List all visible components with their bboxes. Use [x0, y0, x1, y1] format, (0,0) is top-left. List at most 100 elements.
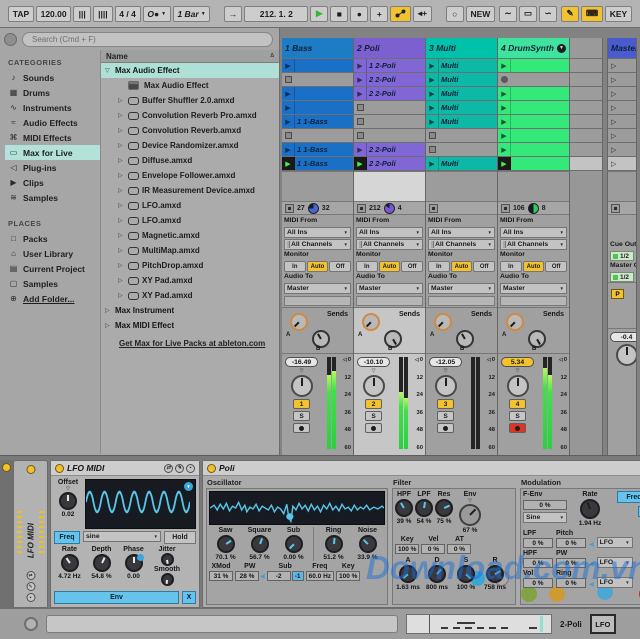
smooth-knob[interactable] [161, 573, 174, 586]
places-item-add-folder[interactable]: ⊕Add Folder... [5, 291, 100, 306]
fenv-value[interactable]: 0 % [523, 500, 567, 510]
pan-knob[interactable] [507, 375, 529, 397]
send-a-knob[interactable] [362, 313, 380, 331]
monitor-in-button[interactable]: In [500, 261, 522, 272]
device-power-icon[interactable] [26, 465, 35, 474]
key-map-button[interactable]: KEY [605, 6, 632, 22]
clip-play-icon[interactable]: ▶ [498, 157, 511, 170]
browser-item-device-randomizer-amxd[interactable]: ▷Device Randomizer.amxd [101, 138, 279, 153]
browser-item-xy-pad-amxd[interactable]: ▷XY Pad.amxd [101, 273, 279, 288]
clip-slot-empty[interactable] [498, 73, 569, 86]
mod-rate-value[interactable]: 1.94 Hz [579, 520, 601, 527]
clip-slot[interactable]: ▶Multi [426, 157, 497, 170]
browser-item-ir-measurement-device-amxd[interactable]: ▷IR Measurement Device.amxd [101, 183, 279, 198]
m4l-packs-link[interactable]: Get Max for Live Packs at ableton.com [101, 333, 279, 348]
cue-out-select[interactable]: 1/2 [610, 251, 634, 261]
volume-display[interactable]: 5.34 [501, 357, 534, 367]
browser-item-max-audio-effect[interactable]: ▽Max Audio Effect [101, 63, 279, 78]
punch-out-button[interactable]: ∽ [539, 6, 557, 22]
saw-value[interactable]: 70.1 % [215, 554, 235, 561]
midi-from-channel-select[interactable]: All Channels▼ [284, 239, 351, 250]
preview-button[interactable]: P [611, 289, 624, 299]
r-knob[interactable] [486, 565, 504, 583]
clip-play-icon[interactable]: ▶ [498, 59, 511, 72]
scene-play-icon[interactable]: ▷ [611, 160, 616, 168]
browser-item-buffer-shuffler-2-0-amxd[interactable]: ▷Buffer Shuffler 2.0.amxd [101, 93, 279, 108]
save-icon[interactable]: ▪ [26, 593, 35, 602]
rate-value[interactable]: 4.72 Hz [58, 573, 80, 580]
browser-item-xy-pad-amxd[interactable]: ▷XY Pad.amxd [101, 288, 279, 303]
at-value[interactable]: 0 % [447, 544, 471, 554]
clip-stop-slot[interactable] [426, 129, 497, 142]
time-signature-display[interactable]: 4 / 4 [115, 6, 141, 22]
a-value[interactable]: 1.63 ms [396, 584, 420, 591]
d-knob[interactable] [428, 565, 446, 583]
sub-value[interactable]: 0.00 % [283, 554, 303, 561]
play-button[interactable]: ▶ [310, 6, 328, 22]
clip-slot[interactable]: ▶ [282, 59, 353, 72]
clip-play-icon[interactable]: ▶ [282, 59, 295, 72]
back-to-arrangement-button[interactable]: ◂+ [413, 6, 432, 22]
master-out-select[interactable]: 1/2 [610, 272, 634, 282]
lpf-knob[interactable] [415, 499, 433, 517]
solo-button[interactable]: S [365, 411, 382, 421]
punch-in-button[interactable]: ∼ [499, 6, 517, 22]
ring-knob[interactable] [325, 535, 343, 553]
send-a-knob[interactable] [506, 313, 524, 331]
scene-play-icon[interactable]: ▷ [611, 132, 616, 140]
noise-value[interactable]: 33.9 % [357, 554, 377, 561]
clip-slot[interactable]: ▶2 2-Poli [354, 157, 425, 170]
browser-item-diffuse-amxd[interactable]: ▷Diffuse.amxd [101, 153, 279, 168]
pw-value[interactable]: 0 % [556, 558, 586, 568]
overdub-button[interactable]: + [370, 6, 388, 22]
clip-play-icon[interactable]: ▶ [426, 87, 439, 100]
lfo-freq-button[interactable]: Freq [54, 531, 80, 544]
scene-slot[interactable]: ▷ [608, 73, 636, 86]
browser-item-max-instrument[interactable]: ▷Max Instrument [101, 303, 279, 318]
sidebar-item-drums[interactable]: ▦Drums [5, 85, 100, 100]
square-knob[interactable] [251, 535, 269, 553]
res-value[interactable]: 75 % [437, 518, 452, 525]
follow-button[interactable]: → [224, 6, 242, 22]
sidebar-item-max-for-live[interactable]: ▭Max for Live [5, 145, 100, 160]
hpf-knob[interactable] [395, 499, 413, 517]
arm-button[interactable] [293, 423, 310, 433]
clip-play-icon[interactable]: ▶ [426, 157, 439, 170]
scene-slot[interactable]: ▷ [608, 157, 636, 170]
scene-play-icon[interactable]: ▷ [611, 118, 616, 126]
mod-freq-button[interactable]: Freq [617, 491, 640, 503]
io-empty-field[interactable] [284, 296, 351, 306]
sub-value[interactable]: -2 [267, 571, 291, 581]
d-value[interactable]: 800 ms [426, 584, 448, 591]
clip-slot[interactable]: ▶1 1-Bass [282, 143, 353, 156]
stop-all-clips-button[interactable] [357, 204, 366, 213]
lfo-env-button[interactable]: Env [54, 591, 179, 604]
clip-slot[interactable]: ▶1 1-Bass [282, 115, 353, 128]
tempo-display[interactable]: 120.00 [36, 6, 71, 22]
ring-value[interactable]: 51.2 % [323, 554, 343, 561]
monitor-auto-button[interactable]: Auto [451, 261, 473, 272]
noise-knob[interactable] [359, 535, 377, 553]
monitor-in-button[interactable]: In [428, 261, 450, 272]
lpf-value[interactable]: 0 % [523, 538, 553, 548]
monitor-auto-button[interactable]: Auto [307, 261, 329, 272]
audio-to-select[interactable]: Master▼ [356, 283, 423, 294]
browser-item-multimap-amxd[interactable]: ▷MultiMap.amxd [101, 243, 279, 258]
pan-knob[interactable] [363, 375, 385, 397]
offset-value[interactable]: 0.02 [62, 511, 75, 518]
clip-play-icon[interactable]: ▶ [498, 129, 511, 142]
lfo-waveform-select[interactable]: sine▼ [83, 531, 161, 542]
track-activator-button[interactable]: 1 [293, 399, 310, 409]
clip-play-icon[interactable]: ▶ [426, 73, 439, 86]
io-empty-field[interactable] [500, 296, 567, 306]
depth-value[interactable]: 54.8 % [91, 573, 111, 580]
clip-slot[interactable]: ▶1 1-Bass [282, 157, 353, 170]
clip-slot[interactable]: ▶Multi [426, 101, 497, 114]
clip-play-icon[interactable]: ▶ [282, 115, 295, 128]
clip-slot[interactable]: ▶ [282, 101, 353, 114]
monitor-off-button[interactable]: Off [545, 261, 567, 272]
scene-slot[interactable]: ▷ [608, 143, 636, 156]
list-header[interactable]: Name ∆ [101, 50, 279, 63]
clip-stop-slot[interactable] [282, 129, 353, 142]
volume-display[interactable]: -12.05 [429, 357, 462, 367]
